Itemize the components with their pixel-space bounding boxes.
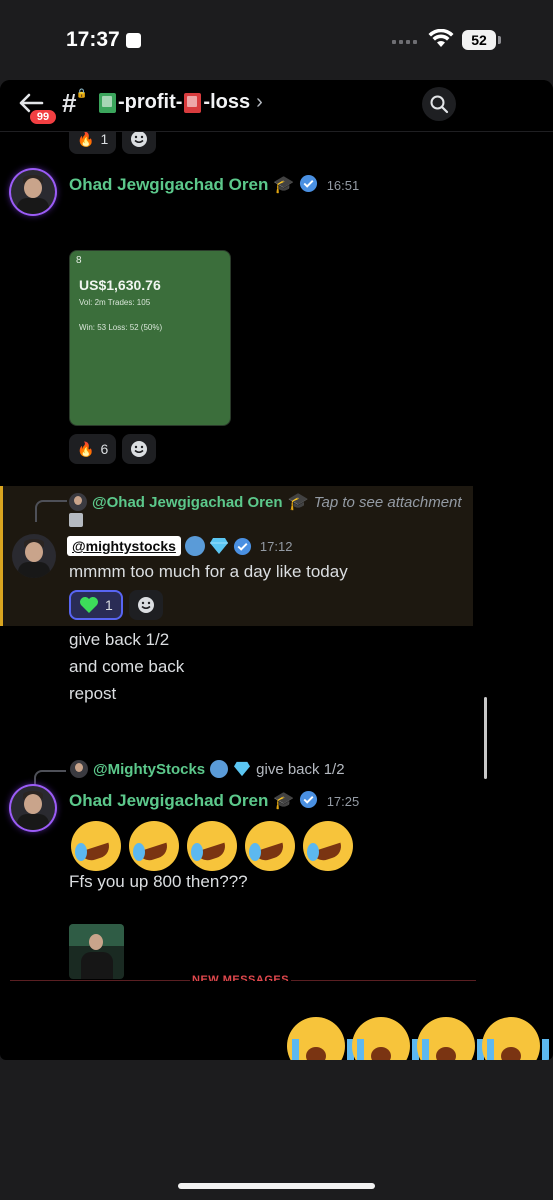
verified-badge-icon	[233, 537, 251, 555]
reply-reference[interactable]: @MightyStocks give back 1/2	[70, 760, 345, 778]
reply-snippet: give back 1/2	[256, 760, 345, 778]
green-heart-icon	[80, 597, 98, 613]
image-attachment-thumbnail[interactable]	[69, 924, 124, 979]
loudly-crying-emoji-icon	[287, 1017, 354, 1060]
followup-message: repost	[69, 684, 117, 703]
channel-header: 99 # 🔒 -profit- -loss ›	[0, 80, 553, 132]
fire-icon: 🔥	[77, 130, 95, 147]
loudly-crying-emoji-icon	[417, 1017, 484, 1060]
timestamp: 17:25	[326, 794, 360, 809]
private-channel-hash-icon: #	[62, 88, 77, 118]
card-amount: US$1,630.76	[79, 277, 161, 293]
graduation-cap-icon: 🎓	[273, 791, 295, 810]
author-name[interactable]: Ohad Jewgigachad Oren	[69, 175, 268, 194]
reactions-row: 1	[69, 590, 163, 620]
author-name[interactable]: @mightystocks	[67, 536, 181, 556]
cellular-signal-icon	[392, 40, 417, 44]
globe-icon	[184, 536, 205, 556]
message-header: Ohad Jewgigachad Oren 🎓 16:51	[69, 174, 359, 195]
timestamp: 17:12	[259, 538, 293, 554]
highlighted-mention-message[interactable]: @Ohad Jewgigachad Oren 🎓 Tap to see atta…	[0, 486, 473, 626]
add-reaction-button[interactable]	[128, 590, 163, 620]
message-header: Ohad Jewgigachad Oren 🎓 17:25	[69, 790, 359, 811]
reply-avatar	[69, 493, 87, 511]
reply-connector	[35, 500, 67, 522]
verified-badge-icon	[299, 174, 318, 193]
reply-avatar	[70, 760, 88, 778]
lock-icon: 🔒	[76, 88, 88, 98]
message-text: mmmm too much for a day like today	[69, 562, 348, 581]
search-button[interactable]	[422, 87, 456, 121]
red-book-icon	[184, 92, 202, 113]
reply-note: Tap to see attachment	[313, 493, 462, 511]
crying-emoji-row	[287, 1017, 549, 1060]
diamond-icon	[234, 761, 251, 777]
smiley-icon	[137, 597, 154, 613]
home-indicator[interactable]	[178, 1183, 375, 1189]
green-book-icon	[99, 92, 116, 113]
reply-author: @MightyStocks	[93, 760, 206, 778]
reaction-pill[interactable]: 1	[69, 590, 123, 620]
reaction-count: 6	[100, 441, 109, 457]
unread-badge: 99	[28, 108, 58, 126]
scrollbar[interactable]	[484, 697, 487, 779]
rofl-emoji-icon	[303, 821, 353, 871]
loudly-crying-emoji-icon	[352, 1017, 419, 1060]
wifi-icon	[428, 29, 454, 47]
message-text: Ffs you up 800 then???	[69, 872, 248, 891]
battery-indicator: 52	[462, 30, 496, 50]
card-win-loss: Win: 53 Loss: 52 (50%)	[79, 323, 163, 332]
channel-name-part-2: -loss	[203, 91, 251, 113]
smiley-icon	[131, 441, 148, 457]
search-icon	[430, 95, 449, 114]
new-messages-label: NEW MESSAGES	[190, 974, 292, 981]
add-reaction-button[interactable]	[122, 434, 157, 464]
globe-icon	[210, 760, 229, 778]
focus-mode-icon	[125, 32, 141, 48]
graduation-cap-icon: 🎓	[287, 492, 309, 511]
fire-icon: 🔥	[77, 440, 95, 457]
avatar[interactable]	[11, 786, 55, 830]
status-time: 17:37	[66, 28, 141, 52]
discord-app: 99 # 🔒 -profit- -loss › 🔥 1 Ohad Jewgiga…	[0, 80, 553, 1060]
image-attachment-icon	[69, 513, 83, 527]
message-header: @mightystocks 17:12	[67, 536, 292, 556]
chevron-right-icon: ›	[256, 91, 263, 113]
avatar[interactable]	[11, 170, 55, 214]
smiley-icon	[131, 131, 148, 147]
clock-text: 17:37	[66, 28, 120, 51]
diamond-icon	[209, 538, 228, 554]
reply-reference[interactable]: @Ohad Jewgigachad Oren 🎓 Tap to see atta…	[69, 492, 462, 512]
reaction-count: 1	[105, 597, 113, 613]
pnl-card-image[interactable]: 8 US$1,630.76 Vol: 2m Trades: 105 Win: 5…	[69, 250, 231, 426]
verified-badge-icon	[299, 790, 318, 809]
rofl-emoji-icon	[129, 821, 179, 871]
followup-message: give back 1/2	[69, 630, 170, 649]
author-name[interactable]: Ohad Jewgigachad Oren	[69, 791, 268, 810]
status-bar: 17:37 52	[0, 0, 553, 80]
timestamp: 16:51	[326, 178, 360, 193]
channel-name-part-1: -profit-	[118, 91, 183, 113]
card-index: 8	[76, 255, 82, 266]
loudly-crying-emoji-icon	[482, 1017, 549, 1060]
graduation-cap-icon: 🎓	[273, 175, 295, 194]
rofl-emoji-icon	[71, 821, 121, 871]
reaction-pill[interactable]: 🔥 6	[69, 434, 117, 464]
channel-title[interactable]: -profit- -loss ›	[97, 91, 263, 114]
reaction-count: 1	[100, 131, 109, 147]
followup-message: and come back	[69, 657, 185, 676]
message-list[interactable]: 🔥 1 Ohad Jewgigachad Oren 🎓 16:51 8 US$1…	[0, 124, 553, 1060]
rofl-emoji-row	[71, 821, 361, 871]
rofl-emoji-icon	[187, 821, 237, 871]
rofl-emoji-icon	[245, 821, 295, 871]
battery-tip	[498, 36, 501, 44]
avatar[interactable]	[12, 534, 56, 578]
reply-author: @Ohad Jewgigachad Oren	[92, 493, 283, 511]
card-volume: Vol: 2m Trades: 105	[79, 298, 151, 307]
reactions-row: 🔥 6	[69, 434, 157, 464]
